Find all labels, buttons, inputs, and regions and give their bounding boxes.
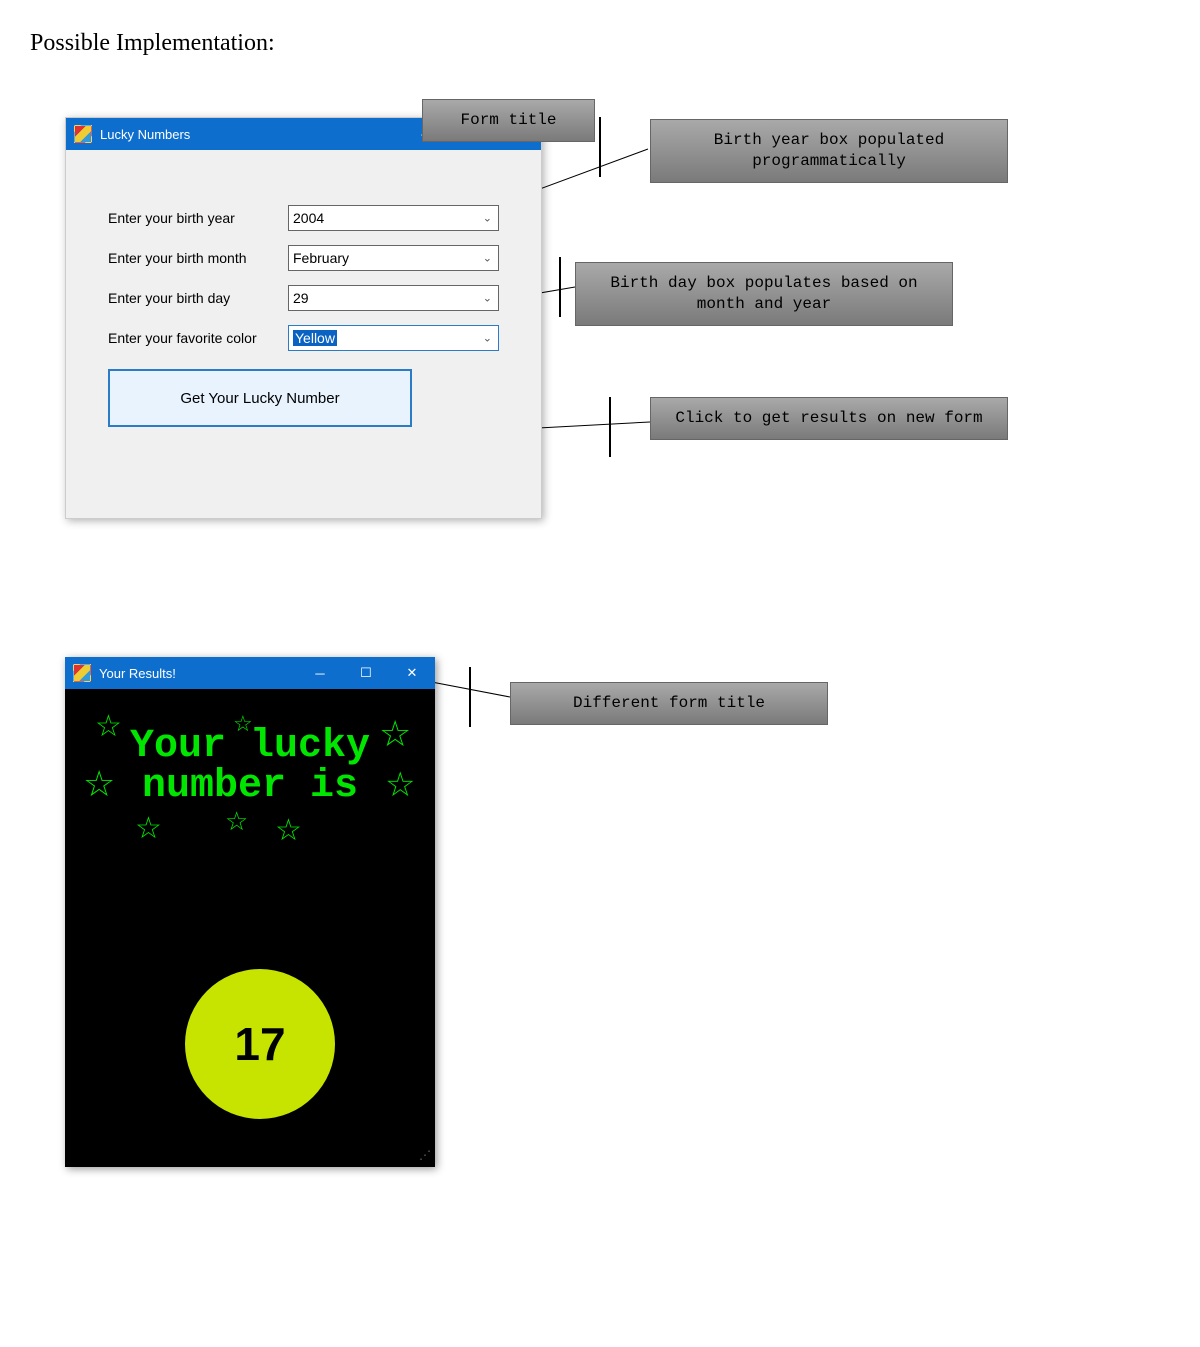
label-fav-color: Enter your favorite color [108, 330, 288, 346]
combo-birth-year[interactable]: 2004 ⌄ [288, 205, 499, 231]
star-icon: ☆ [83, 763, 115, 805]
form2-body: Your lucky number is ☆ ☆ ☆ ☆ ☆ ☆ ☆ ☆ 17 … [65, 689, 435, 1167]
close-icon[interactable]: ✕ [389, 657, 435, 689]
combo-birth-year-value: 2004 [293, 210, 324, 226]
chevron-down-icon: ⌄ [483, 252, 492, 265]
result-number: 17 [234, 1017, 285, 1071]
minimize-icon[interactable]: ─ [297, 657, 343, 689]
combo-birth-day-value: 29 [293, 290, 309, 306]
chevron-down-icon: ⌄ [483, 332, 492, 345]
diagram-area: Lucky Numbers ─ ☐ ✕ Enter your birth yea… [30, 117, 1170, 1317]
star-icon: ☆ [275, 813, 302, 848]
maximize-icon[interactable]: ☐ [343, 657, 389, 689]
label-birth-month: Enter your birth month [108, 250, 288, 266]
combo-birth-day[interactable]: 29 ⌄ [288, 285, 499, 311]
form2-titlebar[interactable]: Your Results! ─ ☐ ✕ [65, 657, 435, 689]
annotation-year-box: Birth year box populated programmaticall… [650, 119, 1008, 183]
get-lucky-number-button-label: Get Your Lucky Number [180, 390, 339, 407]
lucky-line-2: number is [65, 767, 435, 807]
app-icon [73, 664, 91, 682]
app-icon [74, 125, 92, 143]
annotation-form-title: Form title [422, 99, 595, 142]
form-results: Your Results! ─ ☐ ✕ Your lucky number is… [65, 657, 435, 1167]
form1-body: Enter your birth year 2004 ⌄ Enter your … [66, 150, 541, 447]
result-ball: 17 [185, 969, 335, 1119]
combo-birth-month[interactable]: February ⌄ [288, 245, 499, 271]
form2-title-text: Your Results! [99, 666, 176, 681]
get-lucky-number-button[interactable]: Get Your Lucky Number [108, 369, 412, 427]
combo-birth-month-value: February [293, 250, 349, 266]
resize-grip-icon[interactable]: ⋰ [419, 1148, 431, 1163]
star-icon: ☆ [95, 709, 122, 744]
page-heading: Possible Implementation: [30, 30, 1170, 57]
combo-fav-color-value: Yellow [293, 330, 337, 346]
star-icon: ☆ [385, 765, 415, 805]
annotation-day-box: Birth day box populates based on month a… [575, 262, 953, 326]
star-icon: ☆ [135, 811, 162, 846]
form-lucky-numbers: Lucky Numbers ─ ☐ ✕ Enter your birth yea… [65, 117, 542, 519]
star-icon: ☆ [233, 711, 253, 737]
combo-fav-color[interactable]: Yellow ⌄ [288, 325, 499, 351]
label-birth-day: Enter your birth day [108, 290, 288, 306]
chevron-down-icon: ⌄ [483, 292, 492, 305]
star-icon: ☆ [225, 807, 248, 837]
form1-title-text: Lucky Numbers [100, 127, 190, 142]
label-birth-year: Enter your birth year [108, 210, 288, 226]
star-icon: ☆ [379, 713, 411, 755]
annotation-click: Click to get results on new form [650, 397, 1008, 440]
chevron-down-icon: ⌄ [483, 212, 492, 225]
annotation-diff-title: Different form title [510, 682, 828, 725]
